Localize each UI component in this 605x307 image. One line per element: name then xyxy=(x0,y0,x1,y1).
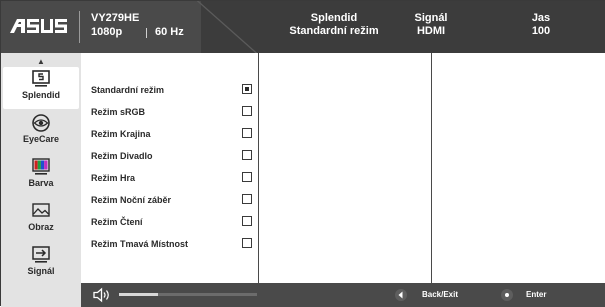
info-separator xyxy=(146,28,147,38)
option-checkbox[interactable] xyxy=(242,128,252,138)
option-landscape-mode[interactable]: Režim Krajina xyxy=(91,124,261,144)
option-theater-mode[interactable]: Režim Divadlo xyxy=(91,146,261,166)
header-splendid-status: Splendid Standardní režim xyxy=(279,12,389,38)
header-signal-value: HDMI xyxy=(416,25,446,37)
eye-icon xyxy=(32,114,50,132)
header-splendid-title: Splendid xyxy=(310,12,358,24)
option-checkbox[interactable] xyxy=(242,106,252,116)
asus-logo xyxy=(10,19,67,33)
footer-bar: Back/Exit Enter xyxy=(1,283,605,307)
option-reading-mode[interactable]: Režim Čtení xyxy=(91,212,261,232)
sidebar-item-signal[interactable]: Signál xyxy=(3,243,79,285)
option-checkbox[interactable] xyxy=(242,150,252,160)
sidebar-item-eyecare[interactable]: EyeCare xyxy=(3,111,79,153)
header-signal-status: Signál HDMI xyxy=(391,12,471,38)
option-label: Režim Čtení xyxy=(91,217,143,227)
sidebar-item-label: Signál xyxy=(27,266,55,276)
splendid-icon xyxy=(32,70,50,87)
option-darkroom-mode[interactable]: Režim Tmavá Místnost xyxy=(91,234,261,254)
model-name: VY279HE xyxy=(91,12,140,24)
volume-slider-fill xyxy=(119,293,158,296)
logo-divider xyxy=(79,11,80,43)
header-divider-slash xyxy=(193,1,263,53)
sidebar-item-label: Obraz xyxy=(28,222,54,232)
header-brightness-value: 100 xyxy=(531,25,551,37)
sidebar-item-obraz[interactable]: Obraz xyxy=(3,199,79,241)
sidebar-item-label: EyeCare xyxy=(22,134,60,144)
header-brightness-status: Jas 100 xyxy=(491,12,591,38)
input-icon xyxy=(32,246,50,263)
sidebar-item-label: Barva xyxy=(28,178,54,188)
option-label: Režim Tmavá Místnost xyxy=(91,239,189,249)
color-bars-icon xyxy=(32,158,50,175)
option-label: Režim sRGB xyxy=(91,107,146,117)
enter-button-icon[interactable] xyxy=(500,288,514,302)
back-exit-label: Back/Exit xyxy=(422,290,459,299)
option-label: Režim Krajina xyxy=(91,129,151,139)
image-icon xyxy=(32,203,50,217)
option-night-view-mode[interactable]: Režim Noční záběr xyxy=(91,190,261,210)
sidebar-item-splendid[interactable]: Splendid xyxy=(3,67,79,109)
refresh-rate-label: 60 Hz xyxy=(155,26,184,38)
column-divider xyxy=(431,53,432,293)
option-checkbox-checked[interactable] xyxy=(242,84,252,94)
header-signal-title: Signál xyxy=(414,12,448,24)
option-srgb-mode[interactable]: Režim sRGB xyxy=(91,102,261,122)
option-game-mode[interactable]: Režim Hra xyxy=(91,168,261,188)
sidebar: ▲ Splendid EyeCare Barva Obraz Signál xyxy=(1,53,81,293)
option-checkbox[interactable] xyxy=(242,216,252,226)
volume-slider[interactable] xyxy=(119,293,257,296)
option-checkbox[interactable] xyxy=(242,238,252,248)
option-label: Režim Divadlo xyxy=(91,151,153,161)
back-button-icon[interactable] xyxy=(394,288,408,302)
options-panel: Standardní režim Režim sRGB Režim Krajin… xyxy=(81,53,605,293)
option-checkbox[interactable] xyxy=(242,172,252,182)
header-brightness-title: Jas xyxy=(531,12,551,24)
resolution-label: 1080p xyxy=(91,26,123,38)
option-standard-mode[interactable]: Standardní režim xyxy=(91,80,261,100)
option-label: Standardní režim xyxy=(91,85,165,95)
option-label: Režim Hra xyxy=(91,173,136,183)
speaker-icon[interactable] xyxy=(93,287,111,303)
scroll-up-icon[interactable]: ▲ xyxy=(1,57,81,66)
sidebar-item-barva[interactable]: Barva xyxy=(3,155,79,197)
enter-label: Enter xyxy=(526,290,547,299)
header-bar: VY279HE 1080p 60 Hz Splendid Standardní … xyxy=(1,1,605,53)
footer-sidebar-shade xyxy=(1,283,81,307)
header-splendid-value: Standardní režim xyxy=(289,25,379,37)
option-label: Režim Noční záběr xyxy=(91,195,172,205)
sidebar-item-label: Splendid xyxy=(22,90,60,100)
monitor-osd-menu: VY279HE 1080p 60 Hz Splendid Standardní … xyxy=(0,0,605,307)
option-checkbox[interactable] xyxy=(242,194,252,204)
